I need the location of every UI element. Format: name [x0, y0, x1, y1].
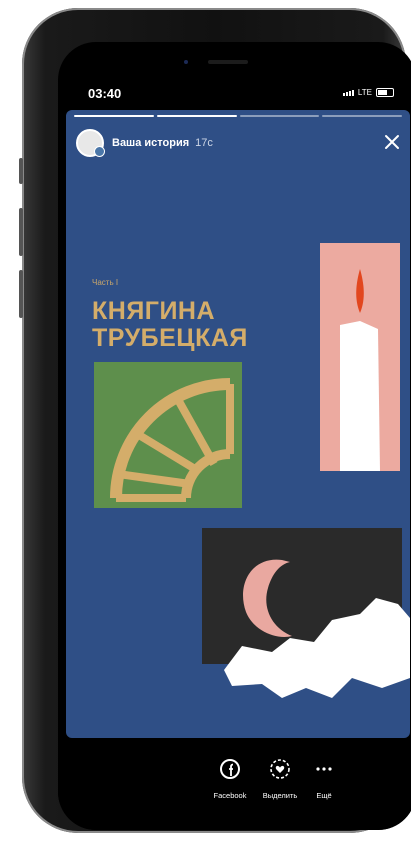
avatar[interactable]	[76, 129, 105, 157]
candle-illustration	[320, 243, 400, 471]
front-camera	[184, 60, 188, 64]
progress-segment	[156, 115, 237, 117]
story-header: Ваша история 17с	[76, 128, 402, 158]
phone-screen: 03:40 LTE Ваша история 17с Часть I КНЯГИ…	[58, 42, 411, 830]
volume-down-button	[19, 270, 23, 318]
phone-frame: 03:40 LTE Ваша история 17с Часть I КНЯГИ…	[19, 8, 411, 833]
bottom-actions: Facebook Выделить Ещё	[58, 738, 411, 830]
status-indicators: LTE	[342, 88, 394, 97]
story-title: КНЯГИНА ТРУБЕЦКАЯ	[92, 298, 248, 352]
mute-switch	[19, 158, 23, 184]
story-age: 17с	[195, 137, 213, 149]
more-dots-icon	[316, 767, 332, 771]
battery-icon	[376, 88, 394, 97]
progress-segment	[239, 115, 320, 117]
close-icon[interactable]	[382, 132, 402, 152]
part-label: Часть I	[92, 278, 119, 287]
more-button[interactable]: Ещё	[289, 758, 359, 800]
facebook-icon	[220, 759, 240, 779]
story-author[interactable]: Ваша история	[112, 137, 189, 149]
speaker	[208, 60, 248, 64]
title-line-2: ТРУБЕЦКАЯ	[92, 324, 248, 352]
progress-segment	[74, 115, 154, 117]
volume-up-button	[19, 208, 23, 256]
status-time: 03:40	[88, 86, 122, 101]
signal-icon	[342, 89, 354, 96]
progress-segment	[322, 115, 402, 117]
title-line-1: КНЯГИНА	[92, 297, 216, 325]
status-bar: 03:40 LTE	[58, 42, 411, 108]
wheel-illustration	[94, 362, 242, 508]
moon-clouds-illustration	[202, 528, 410, 698]
heart-highlight-icon	[270, 759, 290, 779]
more-label: Ещё	[316, 791, 332, 800]
network-type: LTE	[357, 88, 372, 97]
story-progress	[74, 115, 402, 117]
story-viewer[interactable]: Ваша история 17с Часть I КНЯГИНА ТРУБЕЦК…	[66, 110, 410, 738]
